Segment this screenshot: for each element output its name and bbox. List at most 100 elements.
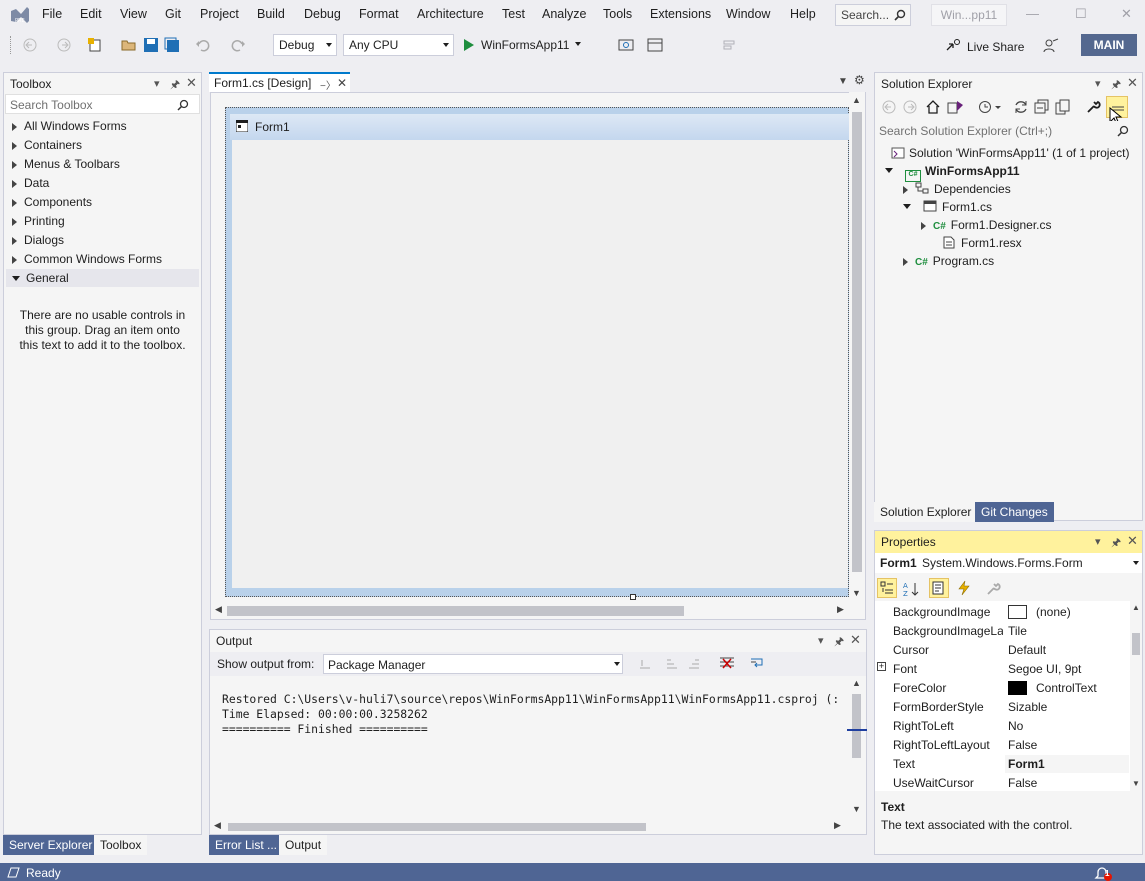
tab-list-dropdown-icon[interactable]: ▼ [838,76,848,87]
tab-git-changes[interactable]: Git Changes [975,502,1054,522]
close-icon[interactable]: ✕ [1127,75,1138,91]
scroll-thumb[interactable] [852,694,861,758]
prop-name[interactable]: RightToLeft [893,719,954,733]
start-debug-icon[interactable] [463,37,479,53]
menu-analyze[interactable]: Analyze [542,7,586,21]
panel-menu-icon[interactable]: ▾ [1095,535,1101,548]
output-vertical-scrollbar[interactable]: ▲ ▼ [850,678,865,814]
word-wrap-icon[interactable] [750,656,766,670]
menu-test[interactable]: Test [502,7,525,21]
toolbox-group-printing[interactable]: Printing [12,214,65,228]
pin-icon[interactable]: 🖈 [1111,534,1121,553]
scroll-left-icon[interactable]: ◀ [214,820,221,831]
toolbox-group-data[interactable]: Data [12,176,49,190]
branch-badge[interactable]: MAIN [1081,34,1137,56]
clear-all-icon[interactable] [719,656,735,670]
redo-icon[interactable] [230,37,246,53]
config-dropdown[interactable]: Debug [273,34,337,56]
new-project-icon[interactable] [87,37,103,53]
scroll-up-icon[interactable]: ▲ [852,95,861,105]
notifications-icon[interactable] [1094,865,1114,881]
scroll-right-icon[interactable]: ▶ [834,820,841,831]
menu-view[interactable]: View [120,7,147,21]
start-debug-label[interactable]: WinFormsApp11 [481,38,569,52]
panel-menu-icon[interactable]: ▾ [818,634,824,647]
tree-item-dependencies[interactable]: Dependencies [903,182,1011,196]
designer-vertical-scrollbar[interactable]: ▲ ▼ [849,92,865,602]
scroll-down-icon[interactable]: ▼ [852,804,861,814]
prop-name[interactable]: Text [893,757,915,771]
panel-menu-icon[interactable]: ▾ [154,77,160,90]
menu-architecture[interactable]: Architecture [417,7,484,21]
menu-help[interactable]: Help [790,7,816,21]
scroll-down-icon[interactable]: ▼ [1132,779,1140,788]
toolbox-group-containers[interactable]: Containers [12,138,82,152]
menu-edit[interactable]: Edit [80,7,102,21]
panel-menu-icon[interactable]: ▾ [1095,77,1101,90]
prop-name[interactable]: UseWaitCursor [893,776,974,790]
tab-error-list[interactable]: Error List ... [209,835,284,855]
close-icon[interactable]: ✕ [186,75,197,91]
prop-value[interactable]: (none) [1008,605,1071,619]
scroll-thumb[interactable] [228,823,646,831]
layout-icon[interactable] [647,37,663,53]
next-message-icon[interactable] [687,656,701,670]
run-dropdown-arrow[interactable] [575,42,581,46]
close-icon[interactable]: ✕ [850,632,861,648]
expand-font-icon[interactable]: + [877,662,886,671]
menu-project[interactable]: Project [200,7,239,21]
maximize-icon[interactable]: ☐ [1075,6,1087,22]
alphabetical-icon[interactable]: AZ [903,581,919,597]
toolbox-group-general[interactable]: General [6,269,199,287]
output-horizontal-scrollbar[interactable]: ◀ ▶ [212,820,848,834]
tree-item-program[interactable]: C# Program.cs [903,254,994,268]
minimize-icon[interactable]: — [1026,6,1039,21]
menu-window[interactable]: Window [726,7,770,21]
forward-icon[interactable] [56,37,72,53]
property-grid-scrollbar[interactable]: ▲ ▼ [1130,603,1142,793]
prop-name[interactable]: BackgroundImageLa [893,624,1003,638]
menu-format[interactable]: Format [359,7,399,21]
undo-icon[interactable] [195,37,211,53]
forward-icon[interactable] [903,100,917,114]
close-window-icon[interactable]: ✕ [1121,6,1132,22]
back-icon[interactable] [882,100,896,114]
tree-item-form1-designer[interactable]: C# Form1.Designer.cs [921,218,1052,232]
scroll-thumb[interactable] [227,606,684,616]
prop-value[interactable]: Segoe UI, 9pt [1008,662,1081,676]
find-message-icon[interactable] [638,656,652,670]
prop-value[interactable]: No [1008,719,1023,733]
switch-views-icon[interactable] [947,99,965,115]
back-icon[interactable] [22,37,38,53]
menu-build[interactable]: Build [257,7,285,21]
prev-message-icon[interactable] [665,656,679,670]
prop-name[interactable]: ForeColor [893,681,946,695]
collapse-all-icon[interactable] [1034,99,1050,115]
menu-tools[interactable]: Tools [603,7,632,21]
toolbox-search-input[interactable]: Search Toolbox [5,94,200,114]
close-icon[interactable]: ✕ [1127,533,1138,549]
tab-output[interactable]: Output [279,835,328,855]
properties-view-button[interactable] [929,578,949,598]
menu-file[interactable]: File [42,7,62,21]
pin-icon[interactable]: 🖈 [834,633,844,652]
toolbox-group-all[interactable]: All Windows Forms [12,119,127,133]
output-text[interactable]: Restored C:\Users\v-huli7\source\repos\W… [222,677,839,752]
pending-changes-filter-icon[interactable] [978,99,1002,115]
pin-icon[interactable]: −〉 [320,77,336,92]
prop-value[interactable]: Sizable [1008,700,1047,714]
prop-value[interactable]: False [1008,776,1037,790]
menu-debug[interactable]: Debug [304,7,341,21]
prop-name[interactable]: BackgroundImage [893,605,990,619]
prop-value[interactable]: Form1 [1008,757,1045,771]
prop-value[interactable]: ControlText [1008,681,1097,695]
prop-value[interactable]: Default [1008,643,1046,657]
home-icon[interactable] [925,99,941,115]
gear-icon[interactable]: ⚙ [854,73,865,87]
prop-name[interactable]: Font [893,662,917,676]
tree-item-project[interactable]: C# WinFormsApp11 [885,164,1020,182]
scroll-down-icon[interactable]: ▼ [852,588,861,598]
pin-icon[interactable]: 🖈 [170,76,180,95]
save-all-icon[interactable] [164,37,180,53]
property-pages-icon[interactable] [985,581,1001,597]
